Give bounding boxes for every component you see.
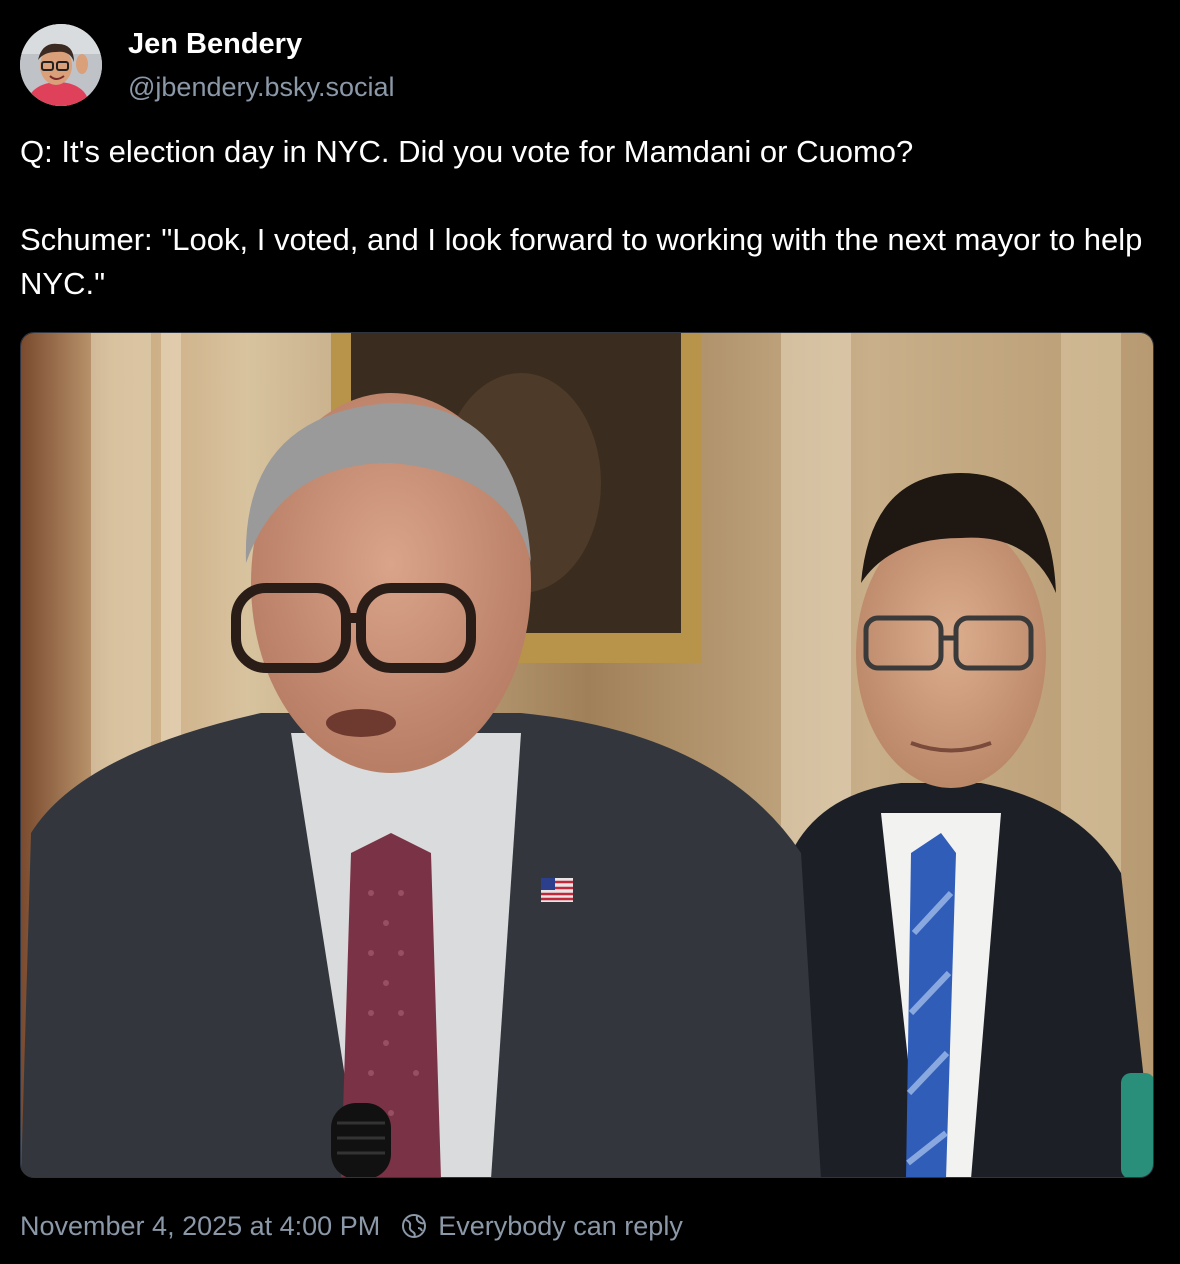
author-display-name[interactable]: Jen Bendery [128,26,395,62]
reply-setting-label: Everybody can reply [438,1211,683,1241]
author-info: Jen Bendery @jbendery.bsky.social [128,26,395,104]
post: Jen Bendery @jbendery.bsky.social Q: It'… [0,0,1180,1264]
avatar-image [20,24,102,106]
post-text: Q: It's election day in NYC. Did you vot… [20,130,1160,306]
post-timestamp[interactable]: November 4, 2025 at 4:00 PM [20,1208,380,1244]
post-meta: November 4, 2025 at 4:00 PM Everybody ca… [20,1208,683,1244]
post-paragraph: Q: It's election day in NYC. Did you vot… [20,134,914,169]
globe-icon [402,1214,427,1238]
post-paragraph: Schumer: "Look, I voted, and I look forw… [20,222,1143,301]
press-conference-photo [21,333,1153,1177]
author-avatar[interactable] [20,24,102,106]
reply-setting[interactable]: Everybody can reply [400,1208,683,1244]
author-handle[interactable]: @jbendery.bsky.social [128,70,395,104]
post-image[interactable] [20,332,1154,1178]
